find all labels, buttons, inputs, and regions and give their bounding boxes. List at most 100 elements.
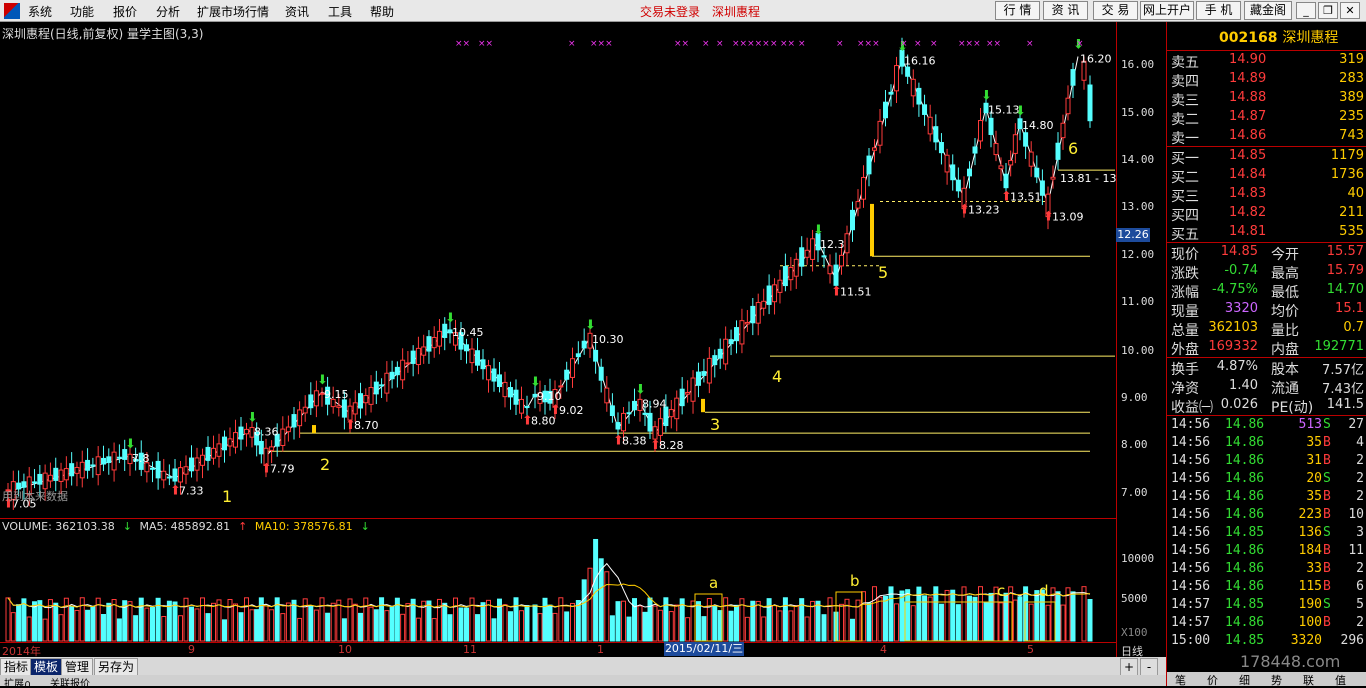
restore-icon[interactable]: ❐ [1318,2,1338,19]
ytick-11: 11.00 [1121,295,1155,308]
tab-save-as[interactable]: 另存为 [94,658,139,676]
volume-bar [804,616,810,642]
candle-body [475,350,480,366]
pivot-high-arrow: ⬇ [813,223,824,238]
row-volume: 1179 [1330,148,1364,163]
ytick-15: 15.00 [1121,106,1155,119]
tab-indicator[interactable]: 指标 [0,658,33,676]
volume-bar [442,602,448,642]
topbtn-quote[interactable]: 行 情 [995,1,1040,20]
volume-bar [405,603,411,642]
tick-row: 14:57 14.86 100 B 2 [1171,615,1364,630]
zoom-out-button[interactable]: - [1140,658,1158,676]
volume-value: VOLUME: 362103.38 [2,520,115,533]
volume-bar [330,602,336,642]
volume-box-label: a [709,574,718,592]
candle-body [978,120,983,142]
candle-body [358,393,364,409]
volume-bar [447,614,453,642]
volume-bar [938,603,944,642]
menu-function[interactable]: 功能 [70,3,94,20]
tick-row: 14:56 14.86 35 B 2 [1171,489,1364,504]
menu-tools[interactable]: 工具 [328,3,352,20]
topbtn-mobile[interactable]: 手 机 [1196,1,1241,20]
candlestick-chart[interactable]: ⬆7.05⬇7.8⬆7.33⬇8.36⬆7.79⬇9.15⬆8.70⬇10.45… [0,22,1116,518]
topbtn-cangjinge[interactable]: 藏金阁 [1244,1,1292,20]
volume-chart[interactable]: a b c d [0,518,1116,643]
menu-bar: 系统 功能 报价 分析 扩展市场行情 资讯 工具 帮助 交易未登录 深圳惠程 行… [0,0,1366,22]
tab-template[interactable]: 模板 [30,658,63,676]
row-label: 买一 [1171,151,1199,167]
candle-body [593,349,599,362]
ytick-9: 9.00 [1121,391,1148,404]
volume-bar [116,618,122,642]
volume-bar [106,602,112,642]
volume-bar [1017,596,1023,642]
topbtn-info[interactable]: 资 讯 [1043,1,1088,20]
candle-body [626,412,632,415]
candle-body [431,336,437,349]
wave-number: 2 [320,455,330,474]
tick-list[interactable]: 14:56 14.86 513 S 27 14:56 14.86 35 B 4 14:56 14.86… [1167,416,1366,650]
candle-body [442,323,448,338]
candle-body [883,101,888,119]
menu-analysis[interactable]: 分析 [156,3,180,20]
pivot-high-label: 9.15 [324,388,349,401]
volume-bar [85,609,91,642]
volume-bar [431,618,437,642]
signal-marker: × [914,39,922,49]
row-label: 买三 [1171,189,1199,205]
ask-row: 卖三 14.88 389 [1167,89,1366,109]
volume-bar [415,617,421,642]
candle-body [690,377,696,402]
price-y-axis: 16.00 15.00 14.00 13.00 12.00 11.00 10.0… [1116,22,1166,662]
pivot-low-label: 11.51 [840,286,872,299]
candle-body [804,249,810,258]
volume-bar [755,600,761,642]
minimize-icon[interactable]: _ [1296,2,1316,19]
signal-marker: × [1026,39,1034,49]
signal-bar [870,203,874,257]
candle-body [604,387,610,404]
bid-row: 买四 14.82 211 [1167,204,1366,224]
menu-system[interactable]: 系统 [28,3,52,20]
volume-bar [1003,592,1009,642]
zoom-in-button[interactable]: + [1120,658,1138,676]
menu-info[interactable]: 资讯 [285,3,309,20]
volume-bar [642,611,648,642]
volume-bar [297,617,303,642]
volume-bar [877,596,883,642]
volume-bar [839,603,844,642]
vol-ytick-10000: 10000 [1121,552,1155,565]
pivot-high-arrow: ⬇ [635,383,646,398]
volume-bar [575,600,581,642]
candle-body [916,87,922,105]
topbtn-trade[interactable]: 交 易 [1093,1,1138,20]
menu-ext-market[interactable]: 扩展市场行情 [197,3,269,20]
candle-body [227,438,233,447]
tick-row: 14:56 14.86 513 S 27 [1171,417,1364,432]
xlabel-5: 5 [1027,643,1034,656]
candle-body [755,302,761,324]
ask-book: 卖五 14.90 319 卖四 14.89 283 卖三 14.88 389 卖二 14.87 235… [1167,51,1366,147]
candle-body [161,470,167,481]
menu-help[interactable]: 帮助 [370,3,394,20]
topbtn-open-account[interactable]: 网上开户 [1140,1,1194,20]
volume-bar [621,600,626,642]
candle-body [575,353,581,358]
tab-related-quote[interactable]: 关联报价 [50,675,90,686]
close-icon[interactable]: ✕ [1340,2,1360,19]
candle-body [524,406,530,409]
volume-bar [26,616,32,642]
menu-quote[interactable]: 报价 [113,3,137,20]
tab-manage[interactable]: 管理 [61,658,94,676]
volume-bar [69,605,75,642]
volume-bar [32,601,38,642]
volume-bar [1055,591,1061,642]
bid-row: 买一 14.85 1179 [1167,147,1366,167]
signal-marker: × [568,39,576,49]
volume-bar [133,615,139,642]
candle-body [615,422,621,430]
volume-bar [652,605,658,642]
tab-extend[interactable]: 扩展∩ [4,675,31,686]
